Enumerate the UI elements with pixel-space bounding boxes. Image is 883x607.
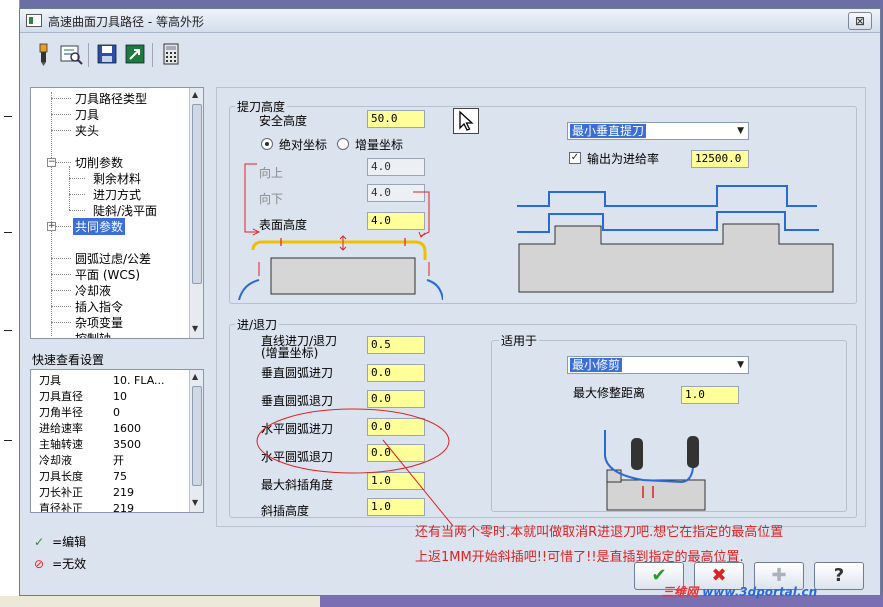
quick-view-row: 刀具长度 75 xyxy=(39,470,127,483)
incremental-coord-radio[interactable] xyxy=(337,138,349,150)
tree-item-cutting-params[interactable]: 切削参数 xyxy=(75,154,123,171)
ramp-height-label: 斜插高度 xyxy=(261,504,310,518)
quick-view-row: 刀长补正 219 xyxy=(39,486,134,499)
select-point-button[interactable] xyxy=(453,108,479,134)
title-bar: 高速曲面刀具路径 - 等高外形 ⊠ xyxy=(20,9,880,33)
line-entry-field[interactable]: 0.5 xyxy=(367,336,425,354)
quick-view-row: 刀角半径 0 xyxy=(39,406,120,419)
quick-view-row: 刀具 10. FLA... xyxy=(39,374,165,387)
check-icon: ✓ xyxy=(34,535,45,549)
retract-diagram xyxy=(238,163,443,300)
collapse-cutting-params-icon[interactable]: − xyxy=(47,158,56,167)
quick-view-list: 刀具 10. FLA... 刀具直径 10 刀角半径 0 进给速率 1600 主轴转速 3… xyxy=(30,369,204,513)
tree-item-steep-shallow[interactable]: 陡斜/浅平面 xyxy=(93,202,157,219)
max-trim-field[interactable]: 1.0 xyxy=(681,386,739,404)
expand-common-params-icon[interactable]: + xyxy=(47,222,56,231)
entry-exit-group-title: 进/退刀 xyxy=(235,316,280,333)
invalid-icon: ⊘ xyxy=(34,557,45,571)
quick-view-row: 刀具直径 10 xyxy=(39,390,127,403)
calculator-icon[interactable] xyxy=(158,41,184,67)
chevron-down-icon: ▼ xyxy=(737,360,744,370)
tree-item-holder[interactable]: 夹头 xyxy=(75,122,99,139)
retract-path-diagram xyxy=(517,185,834,293)
app-icon xyxy=(26,14,42,27)
export-icon[interactable] xyxy=(122,41,148,67)
absolute-coord-label: 绝对坐标 xyxy=(279,138,328,152)
tree-item-arc-filter[interactable]: 圆弧过虑/公差 xyxy=(75,250,151,267)
safe-height-field[interactable]: 50.0 xyxy=(367,110,425,128)
tree-item-coolant[interactable]: 冷却液 xyxy=(75,282,111,299)
applies-to-select[interactable]: 最小修剪 ▼ xyxy=(567,356,749,374)
quick-view-row: 直径补正 219 xyxy=(39,502,134,513)
dialog-window: 高速曲面刀具路径 - 等高外形 ⊠ − + 刀具路径类型 刀具 夹头 切削参数 … xyxy=(19,8,881,596)
quick-view-title: 快速查看设置 xyxy=(32,353,105,367)
trim-diagram xyxy=(604,430,706,511)
quick-view-row: 主轴转速 3500 xyxy=(39,438,141,451)
tree-item-common-params[interactable]: 共同参数 xyxy=(73,218,126,235)
quick-view-row: 进给速率 1600 xyxy=(39,422,141,435)
legend-invalid: ⊘ =无效 xyxy=(34,557,87,571)
output-feed-checkbox[interactable]: ✓ xyxy=(569,152,581,164)
tree-item-entry-method[interactable]: 进刀方式 xyxy=(93,186,141,203)
retract-method-select[interactable]: 最小垂直提刀 ▼ xyxy=(567,122,749,140)
view-icon[interactable] xyxy=(58,41,84,67)
background-window-edge xyxy=(0,0,20,607)
max-trim-label: 最大修整距离 xyxy=(573,386,646,400)
output-feed-field[interactable]: 12500.0 xyxy=(691,150,749,168)
quick-view-scrollbar[interactable]: ▲ ▼ xyxy=(189,370,203,512)
chevron-down-icon: ▼ xyxy=(737,126,744,136)
applies-to-title: 适用于 xyxy=(499,332,540,349)
toolbar xyxy=(28,37,228,71)
line-entry-sublabel: (增量坐标) xyxy=(261,346,319,360)
quick-view-row: 冷却液开 xyxy=(39,454,124,467)
safe-height-label: 安全高度 xyxy=(259,114,308,128)
watermark: 三维网 www.3dportal.cn xyxy=(662,585,818,599)
window-title: 高速曲面刀具路径 - 等高外形 xyxy=(48,15,204,29)
tool-icon[interactable] xyxy=(30,41,56,67)
tree-item-tool[interactable]: 刀具 xyxy=(75,106,99,123)
annotation-text-line1: 还有当两个零时.本就叫做取消R进退刀吧.想它在指定的最高位置 xyxy=(415,525,784,540)
v-arc-in-field[interactable]: 0.0 xyxy=(367,364,425,382)
max-ramp-label: 最大斜插角度 xyxy=(261,478,334,492)
output-feed-label: 输出为进给率 xyxy=(587,152,660,166)
tree-item-plane[interactable]: 平面 (WCS) xyxy=(75,266,140,283)
absolute-coord-radio[interactable] xyxy=(261,138,273,150)
close-button[interactable]: ⊠ xyxy=(848,12,872,30)
tree-scrollbar[interactable]: ▲ ▼ xyxy=(189,88,203,338)
tree-item-remaining-stock[interactable]: 剩余材料 xyxy=(93,170,141,187)
legend-edit: ✓ =编辑 xyxy=(34,535,87,549)
v-arc-in-label: 垂直圆弧进刀 xyxy=(261,366,334,380)
tree-item-insert-code[interactable]: 插入指令 xyxy=(75,298,123,315)
cursor-arrow-icon xyxy=(459,110,474,131)
common-params-panel: 提刀高度 安全高度 50.0 绝对坐标 增量坐标 向上 4.0 向下 4.0 表… xyxy=(216,87,866,527)
tree-item-axis-control[interactable]: 控制轴 xyxy=(75,330,111,338)
annotation-pointer-line xyxy=(382,439,454,527)
incremental-coord-label: 增量坐标 xyxy=(355,138,404,152)
help-button[interactable]: ? xyxy=(814,562,864,590)
save-icon[interactable] xyxy=(94,41,120,67)
parameter-tree: − + 刀具路径类型 刀具 夹头 切削参数 剩余材料 进刀方式 陡斜/浅平面 共… xyxy=(30,87,204,339)
tree-item-misc-vars[interactable]: 杂项变量 xyxy=(75,314,123,331)
tree-item-toolpath-type[interactable]: 刀具路径类型 xyxy=(75,90,147,107)
